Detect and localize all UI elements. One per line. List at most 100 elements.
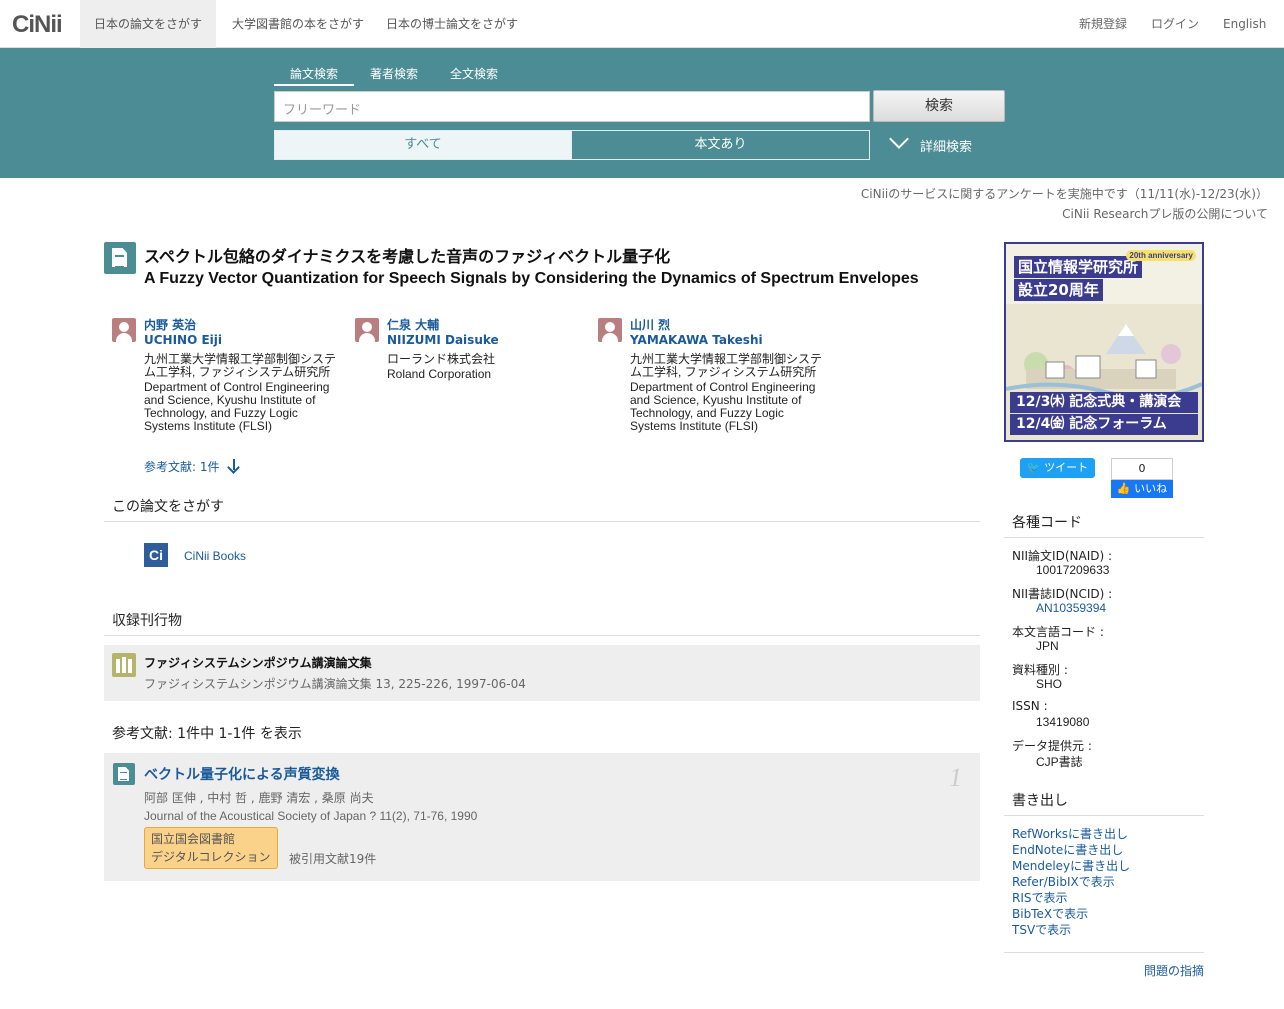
reference-title-link[interactable]: ベクトル量子化による声質変換 [144, 764, 340, 784]
cinii-logo[interactable]: CiNii [12, 11, 63, 39]
search-tab-authors[interactable]: 著者検索 [370, 65, 418, 82]
journal-section-heading: 収録刊行物 [112, 613, 182, 629]
data-provider-value: CJP書誌 [1036, 755, 1083, 769]
journal-volume-info: ファジィシステムシンポジウム講演論文集 13, 225-226, 1997-06… [144, 677, 526, 691]
author-name-ja[interactable]: 内野 英治 [144, 318, 344, 333]
tweet-label: ツイート [1044, 461, 1089, 474]
author-name-en[interactable]: YAMAKAWA Takeshi [630, 333, 830, 348]
chevron-down-icon [889, 129, 909, 149]
filter-fulltext[interactable]: 本文あり [571, 130, 870, 160]
reference-document-icon [113, 763, 135, 785]
author-name-en[interactable]: NIIZUMI Daisuke [387, 333, 587, 348]
login-link[interactable]: ログイン [1151, 0, 1199, 48]
language-label: 本文言語コード : [1012, 625, 1104, 639]
article-title-ja: スペクトル包絡のダイナミクスを考慮した音声のファジィベクトル量子化 [144, 247, 671, 266]
journal-item: ファジィシステムシンポジウム講演論文集 ファジィシステムシンポジウム講演論文集 … [104, 645, 980, 701]
references-heading: 参考文献: 1件中 1-1件 を表示 [112, 726, 302, 742]
author-card: 仁泉 大輔 NIIZUMI Daisuke ローランド株式会社 Roland C… [355, 318, 587, 381]
data-provider-label: データ提供元 : [1012, 739, 1092, 753]
ncid-link[interactable]: AN10359394 [1036, 601, 1106, 615]
nav-tab-dissertations[interactable]: 日本の博士論文をさがす [372, 0, 532, 48]
article-title-en: A Fuzzy Vector Quantization for Speech S… [144, 270, 919, 287]
author-name-ja[interactable]: 仁泉 大輔 [387, 318, 587, 333]
author-avatar-icon [112, 318, 136, 342]
issn-value: 13419080 [1036, 715, 1090, 729]
cited-by-count[interactable]: 被引用文献19件 [289, 850, 376, 867]
export-mendeley-link[interactable]: Mendeleyに書き出し [1012, 857, 1130, 874]
nav-tab-articles[interactable]: 日本の論文をさがす [80, 0, 217, 48]
language-value: JPN [1036, 639, 1059, 653]
references-jump-link[interactable]: 参考文献: 1件 [144, 457, 240, 475]
author-affiliation-ja: 九州工業大学情報工学部制御システム工学科, ファジィシステム研究所 [630, 352, 823, 379]
journal-icon [112, 653, 136, 677]
nav-tab-books[interactable]: 大学図書館の本をさがす [218, 0, 378, 48]
like-count: 0 [1111, 458, 1173, 480]
author-card: 内野 英治 UCHINO Eiji 九州工業大学情報工学部制御システム工学科, … [112, 318, 344, 433]
codes-heading: 各種コード [1012, 515, 1082, 531]
ndl-digital-collection-badge[interactable]: 国立国会図書館 デジタルコレクション [144, 827, 278, 869]
find-section-heading: この論文をさがす [112, 499, 224, 515]
register-link[interactable]: 新規登録 [1079, 0, 1127, 48]
author-avatar-icon [355, 318, 379, 342]
twitter-icon: 🐦 [1026, 461, 1045, 474]
banner-event1: 12/3㈭ 記念式典・講演会 [1010, 392, 1198, 413]
english-link[interactable]: English [1223, 0, 1266, 48]
reference-journal: Journal of the Acoustical Society of Jap… [144, 809, 478, 823]
search-button[interactable]: 検索 [873, 90, 1005, 122]
thumbs-up-icon: 👍 [1116, 482, 1135, 495]
banner-line2: 設立20周年 [1014, 279, 1103, 301]
search-tab-fulltext[interactable]: 全文検索 [450, 65, 498, 82]
reference-authors: 阿部 匡伸 , 中村 哲 , 鹿野 清宏 , 桑原 尚夫 [144, 791, 374, 805]
article-document-icon [104, 242, 136, 274]
survey-notice[interactable]: CiNiiのサービスに関するアンケートを実施中です（11/11(水)-12/23… [861, 185, 1268, 202]
nii-20th-anniversary-banner[interactable]: 国立情報学研究所 設立20周年 20th anniversary 12/3㈭ 記… [1004, 242, 1204, 442]
author-affiliation-en: Department of Control Engineering and Sc… [630, 380, 816, 433]
author-affiliation-en: Roland Corporation [387, 367, 492, 381]
doc-type-value: SHO [1036, 677, 1063, 691]
divider [1004, 815, 1204, 816]
tweet-button[interactable]: 🐦 ツイート [1020, 458, 1095, 478]
divider [1004, 952, 1204, 953]
export-ris-link[interactable]: RISで表示 [1012, 889, 1068, 906]
export-refworks-link[interactable]: RefWorksに書き出し [1012, 825, 1128, 842]
search-band: 論文検索 著者検索 全文検索 フリーワード 検索 すべて 本文あり 詳細検索 [0, 48, 1284, 178]
export-refer-link[interactable]: Refer/BibIXで表示 [1012, 873, 1115, 890]
naid-value: 10017209633 [1036, 563, 1110, 577]
reference-item: ベクトル量子化による声質変換 1 阿部 匡伸 , 中村 哲 , 鹿野 清宏 , … [104, 753, 980, 881]
journal-title[interactable]: ファジィシステムシンポジウム講演論文集 [144, 654, 372, 671]
cinii-books-link[interactable]: CiNii Books [184, 549, 246, 563]
export-tsv-link[interactable]: TSVで表示 [1012, 921, 1071, 938]
divider [104, 635, 980, 636]
search-tab-articles[interactable]: 論文検索 [290, 65, 338, 82]
banner-line1: 国立情報学研究所 [1014, 256, 1143, 278]
research-notice[interactable]: CiNii Researchプレ版の公開について [1062, 205, 1268, 222]
author-avatar-icon [598, 318, 622, 342]
author-affiliation-en: Department of Control Engineering and Sc… [144, 380, 330, 433]
author-affiliation-ja: 九州工業大学情報工学部制御システム工学科, ファジィシステム研究所 [144, 352, 337, 379]
export-heading: 書き出し [1012, 793, 1068, 809]
issn-label: ISSN : [1012, 699, 1048, 713]
export-endnote-link[interactable]: EndNoteに書き出し [1012, 841, 1123, 858]
anniversary-badge: 20th anniversary [1126, 250, 1196, 261]
ndl-badge-line2: デジタルコレクション [151, 850, 271, 864]
report-problem-link[interactable]: 問題の指摘 [1144, 962, 1204, 979]
like-label: いいね [1134, 482, 1168, 495]
naid-label: NII論文ID(NAID) : [1012, 549, 1113, 563]
reference-number: 1 [949, 763, 962, 792]
filter-all[interactable]: すべて [274, 130, 572, 160]
export-bibtex-link[interactable]: BibTeXで表示 [1012, 905, 1088, 922]
advanced-search-label: 詳細検索 [920, 140, 973, 155]
author-name-ja[interactable]: 山川 烈 [630, 318, 830, 333]
cinii-books-icon[interactable]: Ci [144, 543, 168, 567]
divider [104, 521, 980, 522]
references-count-label: 参考文献: 1件 [144, 460, 220, 474]
search-input[interactable]: フリーワード [274, 91, 870, 122]
banner-event2: 12/4㈮ 記念フォーラム [1010, 414, 1198, 435]
ncid-label: NII書誌ID(NCID) : [1012, 587, 1113, 601]
author-affiliation-ja: ローランド株式会社 [387, 352, 496, 366]
ndl-badge-line1: 国立国会図書館 [151, 832, 236, 846]
doc-type-label: 資料種別 : [1012, 663, 1068, 677]
advanced-search-toggle[interactable]: 詳細検索 [889, 129, 973, 155]
author-name-en[interactable]: UCHINO Eiji [144, 333, 344, 348]
facebook-like-button[interactable]: 👍 いいね [1111, 480, 1173, 498]
